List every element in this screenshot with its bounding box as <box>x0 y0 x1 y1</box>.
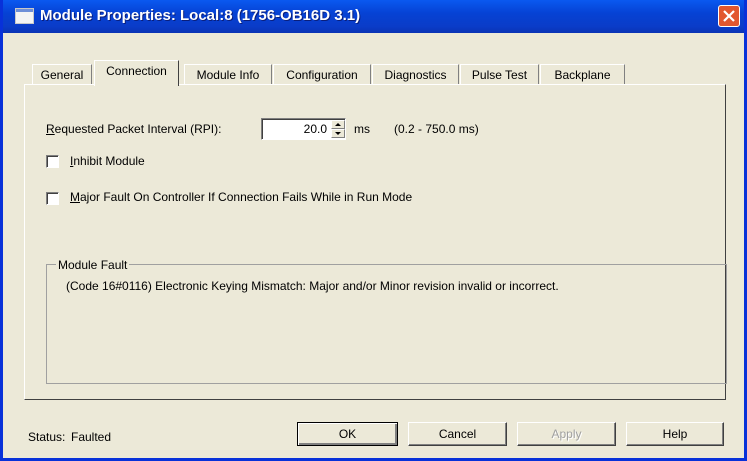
spin-down-button[interactable] <box>331 129 345 138</box>
window-title: Module Properties: Local:8 (1756-OB16D 3… <box>40 7 361 24</box>
help-button[interactable]: Help <box>626 422 724 446</box>
arrow-up-icon <box>335 123 341 126</box>
status-label: Status: <box>28 430 66 444</box>
major-fault-label[interactable]: Major Fault On Controller If Connection … <box>70 190 412 204</box>
spin-up-button[interactable] <box>331 120 345 129</box>
tab-backplane[interactable]: Backplane <box>540 64 625 85</box>
title-bar[interactable]: Module Properties: Local:8 (1756-OB16D 3… <box>3 0 744 33</box>
arrow-down-icon <box>335 132 341 135</box>
major-fault-checkbox[interactable] <box>46 192 59 205</box>
inhibit-module-checkbox[interactable] <box>46 155 59 168</box>
rpi-range: (0.2 - 750.0 ms) <box>394 122 479 136</box>
module-fault-title: Module Fault <box>56 258 130 272</box>
cancel-button[interactable]: Cancel <box>408 422 507 446</box>
module-properties-dialog: Module Properties: Local:8 (1756-OB16D 3… <box>0 0 747 461</box>
status-value: Faulted <box>71 430 112 444</box>
rpi-label: Requested Packet Interval (RPI): <box>46 122 222 136</box>
window-icon <box>15 8 34 24</box>
tab-pulse-test[interactable]: Pulse Test <box>460 64 539 85</box>
ok-button[interactable]: OK <box>297 422 398 446</box>
rpi-spinner[interactable] <box>331 120 345 138</box>
rpi-value: 20.0 <box>303 122 327 136</box>
tab-configuration[interactable]: Configuration <box>273 64 371 85</box>
close-button[interactable] <box>718 5 740 27</box>
rpi-unit: ms <box>354 122 370 136</box>
tab-module-info[interactable]: Module Info <box>184 64 272 85</box>
tab-connection[interactable]: Connection <box>94 60 179 86</box>
tab-diagnostics[interactable]: Diagnostics <box>372 64 459 85</box>
inhibit-module-label[interactable]: Inhibit Module <box>70 154 145 168</box>
tab-general[interactable]: General <box>32 64 92 85</box>
close-icon <box>723 10 735 22</box>
apply-button[interactable]: Apply <box>517 422 616 446</box>
module-fault-message: (Code 16#0116) Electronic Keying Mismatc… <box>66 279 559 293</box>
